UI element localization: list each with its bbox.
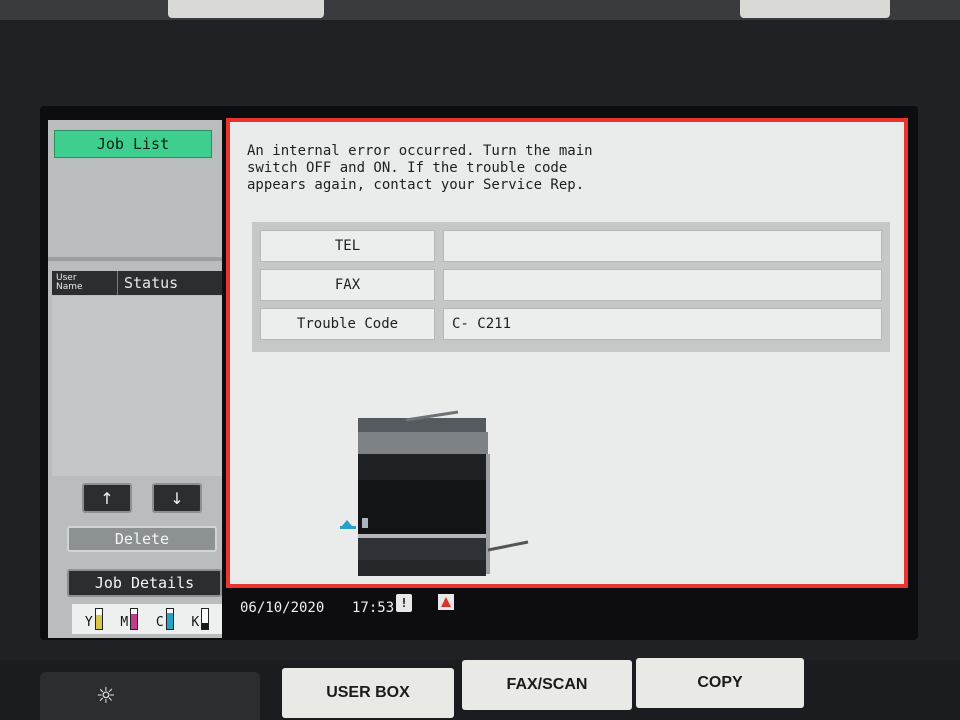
top-key	[740, 0, 890, 18]
device-top-edge	[0, 0, 960, 22]
status-column-header: Status	[124, 274, 179, 292]
copy-key[interactable]: COPY	[636, 658, 804, 708]
tel-value	[443, 230, 882, 262]
toner-cyan: C	[156, 608, 174, 630]
toner-bar-icon	[201, 608, 210, 630]
delete-button[interactable]: Delete	[67, 526, 217, 552]
arrow-down-icon: ↓	[170, 488, 184, 508]
brightness-key[interactable]: ☼	[40, 672, 260, 720]
alert-icon[interactable]	[438, 594, 454, 610]
trouble-code-label: Trouble Code	[260, 308, 435, 340]
job-details-button[interactable]: Job Details	[67, 569, 222, 597]
toner-bar-icon	[94, 608, 103, 630]
toner-bar-icon	[165, 608, 174, 630]
arrow-up-icon: ↑	[100, 488, 114, 508]
fax-scan-key[interactable]: FAX/SCAN	[462, 660, 632, 710]
date: 06/10/2020	[240, 600, 325, 616]
printer-illustration-icon	[340, 410, 529, 576]
top-key	[168, 0, 324, 18]
scroll-down-button[interactable]: ↓	[152, 483, 202, 513]
fax-row: FAX	[260, 269, 882, 301]
toner-bar-icon	[130, 608, 139, 630]
user-box-key[interactable]: USER BOX	[282, 668, 454, 718]
toner-yellow: Y	[85, 608, 103, 630]
toner-levels: Y M C K	[72, 604, 222, 634]
fax-label: FAX	[260, 269, 435, 301]
job-list-header: User Name Status	[52, 271, 222, 295]
scroll-up-button[interactable]: ↑	[82, 483, 132, 513]
trouble-code-value: C- C211	[443, 308, 882, 340]
toner-magenta: M	[120, 608, 139, 630]
tel-label: TEL	[260, 230, 435, 262]
job-list	[52, 296, 222, 476]
brightness-icon: ☼	[96, 683, 116, 709]
fax-value	[443, 269, 882, 301]
error-message: An internal error occurred. Turn the mai…	[247, 143, 593, 193]
toner-black: K	[191, 608, 210, 630]
user-name-column-header: User Name	[52, 271, 118, 295]
tel-row: TEL	[260, 230, 882, 262]
divider	[48, 257, 222, 261]
status-bar: 06/10/2020 17:53 !	[236, 592, 908, 628]
contact-info-table: TEL FAX Trouble Code C- C211	[252, 222, 890, 352]
job-list-button[interactable]: Job List	[54, 130, 212, 158]
trouble-code-row: Trouble Code C- C211	[260, 308, 882, 340]
warning-icon[interactable]: !	[396, 594, 412, 612]
time: 17:53	[352, 600, 395, 616]
